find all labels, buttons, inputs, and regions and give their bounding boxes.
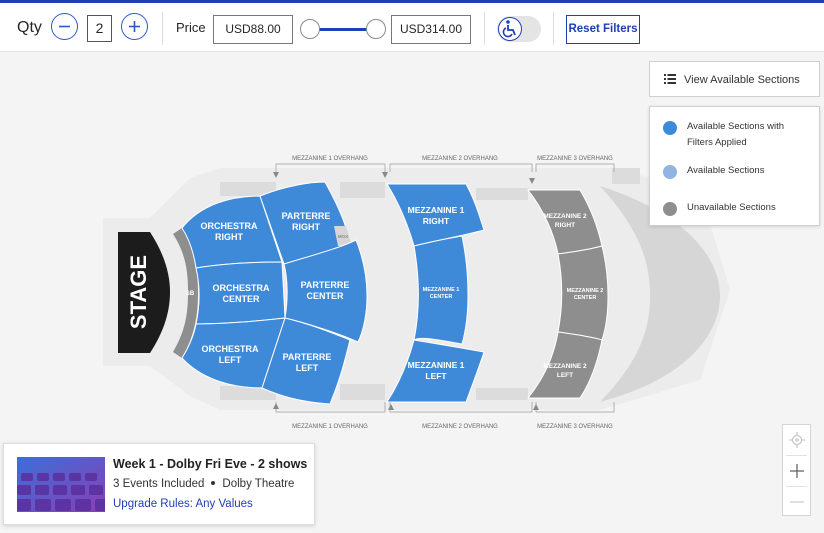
price-slider-max-handle[interactable] <box>366 19 386 39</box>
legend-label: Unavailable Sections <box>687 202 776 213</box>
legend-dot <box>663 202 677 216</box>
event-title: Week 1 - Dolby Fri Eve - 2 shows <box>113 457 308 471</box>
toggle-knob <box>498 17 522 41</box>
zoom-out-button[interactable] <box>783 487 810 517</box>
plus-icon <box>129 21 140 32</box>
overhang-label-m2-top: MEZZANINE 2 OVERHANG <box>422 156 498 162</box>
filter-bar: Qty 2 Price USD88.00 USD314.00 Reset Fil… <box>0 0 824 52</box>
minus-icon <box>790 501 804 503</box>
divider <box>553 12 554 45</box>
sb-label: SB <box>186 291 195 297</box>
event-meta: 3 Events Included Dolby Theatre <box>113 478 294 490</box>
overhang-label-m3-bottom: MEZZANINE 3 OVERHANG <box>537 424 613 430</box>
legend-label: Available Sections with Filters Applied <box>687 121 784 148</box>
aisle-block <box>476 388 528 400</box>
accessibility-toggle[interactable] <box>497 16 541 42</box>
aisle-block <box>340 182 385 198</box>
events-included: 3 Events Included <box>113 478 205 490</box>
sections-legend: Available Sections with Filters Applied … <box>649 106 820 226</box>
qty-decrease-button[interactable] <box>51 13 78 40</box>
aisle-block <box>612 168 640 184</box>
price-max-input[interactable]: USD314.00 <box>391 15 471 44</box>
overhang-label-m1-bottom: MEZZANINE 1 OVERHANG <box>292 424 368 430</box>
zoom-in-button[interactable] <box>783 456 810 486</box>
qty-label: Qty <box>17 19 42 36</box>
divider <box>484 12 485 45</box>
venue-name: Dolby Theatre <box>222 478 295 490</box>
mox-label: MOX <box>338 234 348 239</box>
event-thumbnail <box>17 457 105 512</box>
legend-dot <box>663 121 677 135</box>
plus-icon <box>790 464 804 478</box>
separator-dot <box>211 481 216 485</box>
aisle-block <box>340 384 385 400</box>
legend-label: Available Sections <box>687 165 765 176</box>
overhang-label-m1-top: MEZZANINE 1 OVERHANG <box>292 156 368 162</box>
overhang-label-m2-bottom: MEZZANINE 2 OVERHANG <box>422 424 498 430</box>
aisle-block <box>476 188 528 200</box>
wheelchair-icon <box>502 20 516 38</box>
list-icon <box>664 74 676 84</box>
view-sections-label: View Available Sections <box>684 74 800 86</box>
reset-filters-button[interactable]: Reset Filters <box>566 15 640 44</box>
qty-input[interactable]: 2 <box>87 15 112 42</box>
stage-label: STAGE <box>126 255 151 329</box>
minus-icon <box>59 25 70 28</box>
price-slider-min-handle[interactable] <box>300 19 320 39</box>
crosshair-icon <box>789 432 805 448</box>
parterre-center-label: PARTERRE CENTER <box>301 280 350 301</box>
qty-increase-button[interactable] <box>121 13 148 40</box>
legend-dot <box>663 165 677 179</box>
price-label: Price <box>176 20 206 35</box>
locate-button[interactable] <box>783 425 810 455</box>
section-orchestra-center[interactable] <box>195 261 286 325</box>
map-zoom-controls <box>782 424 811 516</box>
upgrade-rules-link[interactable]: Upgrade Rules: Any Values <box>113 498 253 510</box>
price-min-input[interactable]: USD88.00 <box>213 15 293 44</box>
view-available-sections-button[interactable]: View Available Sections <box>649 61 820 97</box>
divider <box>162 12 163 45</box>
overhang-label-m3-top: MEZZANINE 3 OVERHANG <box>537 156 613 162</box>
event-card[interactable]: Week 1 - Dolby Fri Eve - 2 shows 3 Event… <box>3 443 315 525</box>
